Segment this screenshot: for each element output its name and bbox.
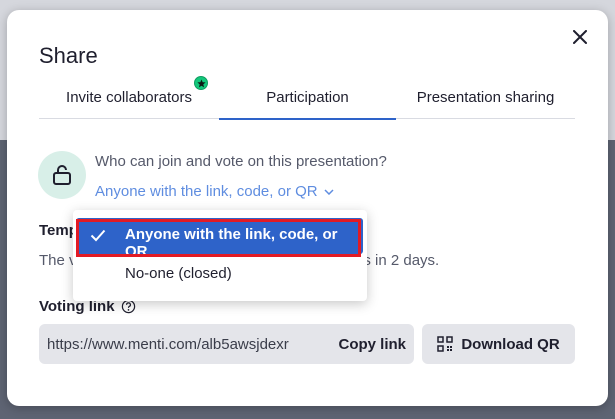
access-question: Who can join and vote on this presentati… xyxy=(95,153,387,170)
option-label: Anyone with the link, code, or QR xyxy=(125,226,338,260)
lock-open-icon xyxy=(38,151,86,199)
share-dialog: Share Invite collaborators Participation… xyxy=(7,10,608,406)
tab-presentation-sharing[interactable]: Presentation sharing xyxy=(396,87,575,119)
close-icon xyxy=(573,30,587,44)
qr-code-icon xyxy=(437,336,454,352)
access-dropdown-trigger[interactable]: Anyone with the link, code, or QR xyxy=(95,183,334,200)
tab-invite-collaborators[interactable]: Invite collaborators xyxy=(39,76,219,119)
tab-label: Presentation sharing xyxy=(416,89,555,106)
question-circle-icon[interactable] xyxy=(121,299,136,314)
temporary-text: The v xyxy=(39,252,77,269)
tab-bar: Invite collaborators Participation Prese… xyxy=(39,76,575,120)
chevron-down-icon xyxy=(324,188,334,195)
option-anyone[interactable]: Anyone with the link, code, or QR xyxy=(76,218,363,260)
dialog-title: Share xyxy=(39,43,98,68)
temporary-text-end: es in 2 days. xyxy=(355,252,440,269)
access-dropdown-menu: Anyone with the link, code, or QR No-one… xyxy=(73,210,367,301)
download-qr-button[interactable]: Download QR xyxy=(422,324,575,364)
copy-link-button[interactable]: Copy link xyxy=(338,336,414,353)
tab-label: Invite collaborators xyxy=(66,89,192,106)
voting-link-url[interactable]: https://www.menti.com/alb5awsjdexr xyxy=(39,336,338,353)
tab-label: Participation xyxy=(266,89,349,106)
tab-participation[interactable]: Participation xyxy=(219,87,396,120)
download-qr-label: Download QR xyxy=(461,335,560,353)
close-button[interactable] xyxy=(570,27,590,47)
option-no-one-closed[interactable]: No-one (closed) xyxy=(125,265,232,282)
star-badge-icon xyxy=(194,76,208,90)
access-selected-value: Anyone with the link, code, or QR xyxy=(95,183,318,200)
voting-link-field[interactable]: https://www.menti.com/alb5awsjdexr Copy … xyxy=(39,324,414,364)
check-icon xyxy=(90,229,106,242)
